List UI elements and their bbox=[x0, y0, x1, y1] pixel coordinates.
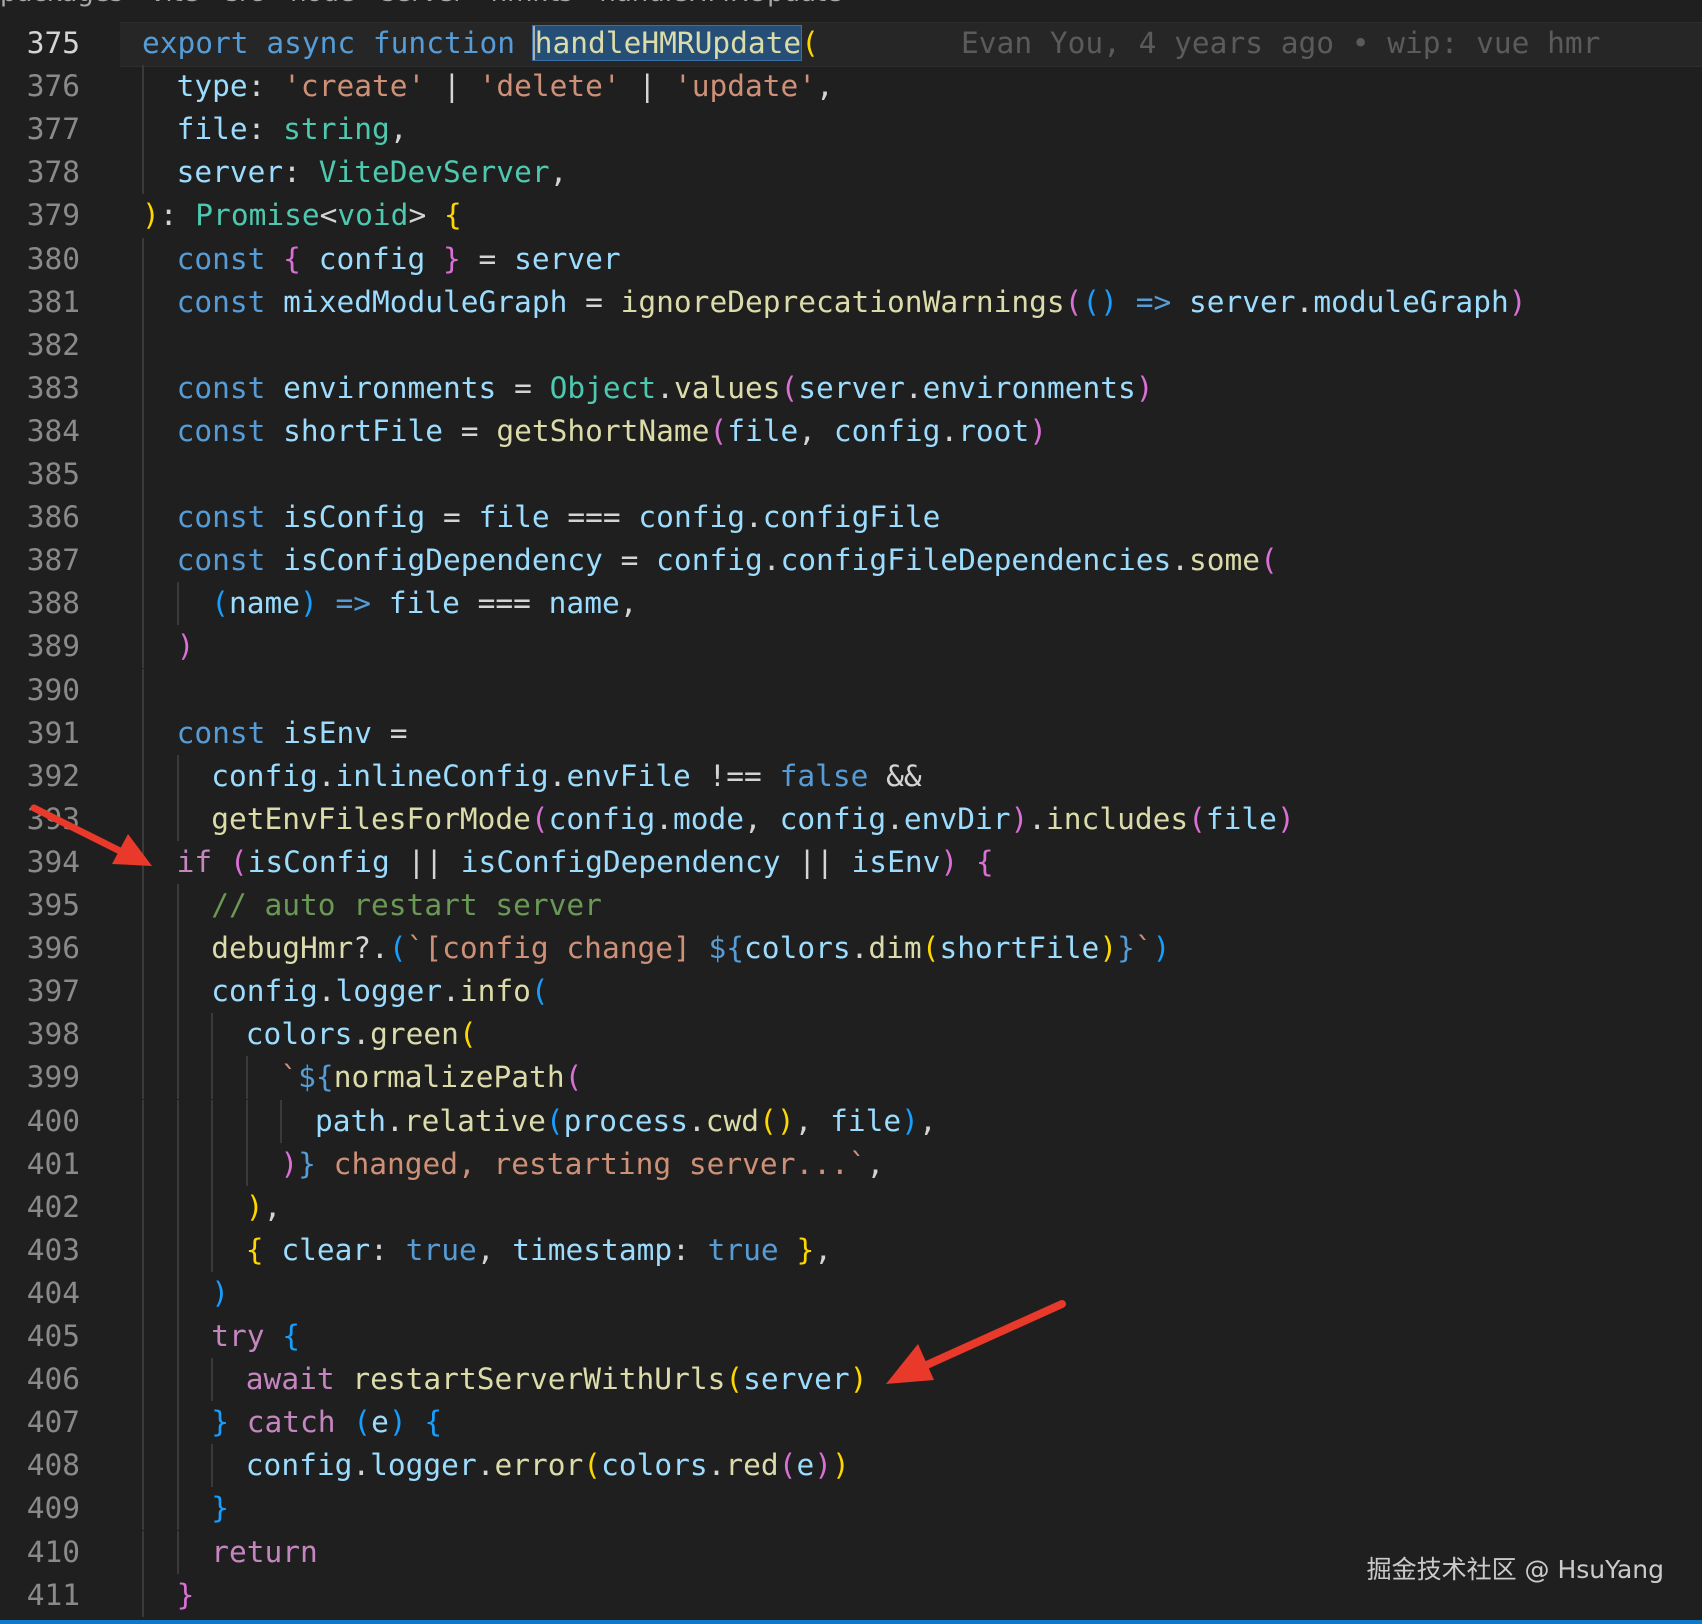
annotation-arrows bbox=[30, 804, 1066, 1384]
watermark: 掘金技术社区 @ HsuYang bbox=[1366, 1555, 1664, 1584]
status-bar-edge bbox=[0, 1620, 1702, 1624]
code-editor[interactable]: packages ›vite ›src ›node ›server ›hmr.t… bbox=[0, 0, 1702, 1624]
arrow-to-line-394 bbox=[30, 804, 152, 866]
arrow-to-line-406 bbox=[886, 1300, 1066, 1384]
